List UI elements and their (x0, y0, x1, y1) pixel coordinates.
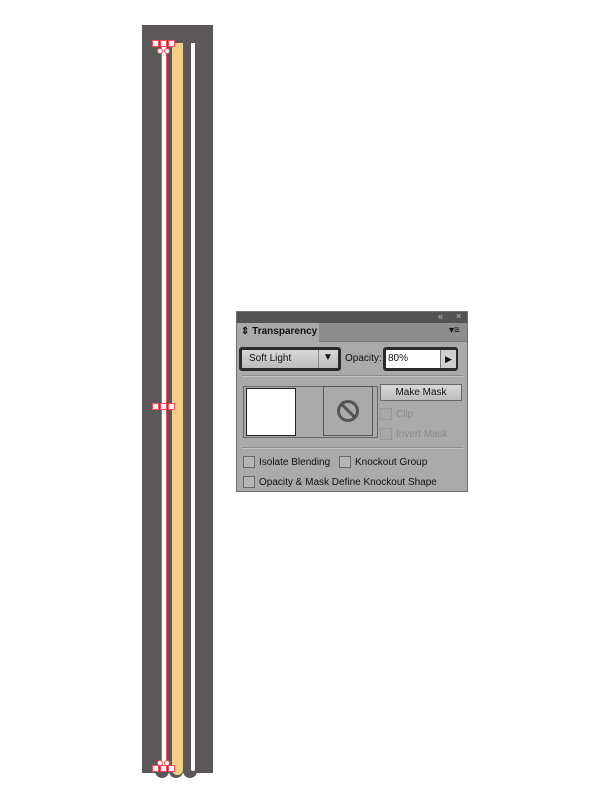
anchor-handle[interactable] (168, 403, 175, 410)
make-mask-label: Make Mask (395, 387, 447, 398)
anchor-handle[interactable] (168, 765, 175, 772)
isolate-blending-checkbox[interactable] (243, 456, 255, 468)
anchor-handle[interactable] (160, 403, 167, 410)
blend-mode-dropdown[interactable]: Soft Light ▼ (239, 347, 341, 371)
close-icon[interactable]: × (456, 311, 461, 321)
transparency-panel: « × ⇕ Transparency ▾≡ Soft Light ▼ Opaci… (236, 311, 468, 492)
panel-title-bar[interactable]: « × (237, 311, 467, 323)
blend-mode-value: Soft Light (249, 353, 292, 364)
mask-thumbnail[interactable] (323, 386, 373, 436)
knockout-group-checkbox[interactable] (339, 456, 351, 468)
anchor-handle[interactable] (164, 48, 170, 54)
invert-mask-checkbox[interactable] (380, 428, 392, 440)
anchor-handle[interactable] (160, 40, 167, 47)
anchor-handle[interactable] (152, 40, 159, 47)
collapse-icon[interactable]: « (438, 311, 443, 321)
clip-checkbox[interactable] (380, 408, 392, 420)
opacity-mask-knockout-checkbox[interactable] (243, 476, 255, 488)
opacity-label: Opacity: (345, 353, 382, 364)
opacity-mask-knockout-label: Opacity & Mask Define Knockout Shape (259, 477, 437, 488)
opacity-value: 80% (388, 353, 409, 364)
clip-label: Clip (396, 409, 414, 420)
tab-transparency[interactable]: ⇕ Transparency (237, 323, 319, 342)
invert-mask-label: Invert Mask (396, 429, 448, 440)
opacity-field[interactable]: 80% ▶ (383, 347, 458, 371)
white-stroke[interactable] (191, 43, 195, 771)
reorder-icon: ⇕ (241, 326, 250, 337)
artwork-thumbnail[interactable] (246, 388, 296, 436)
anchor-handle[interactable] (157, 48, 163, 54)
anchor-handle[interactable] (152, 403, 159, 410)
play-arrow-icon[interactable]: ▶ (440, 350, 456, 368)
anchor-handle[interactable] (160, 765, 167, 772)
isolate-blending-label: Isolate Blending (259, 457, 331, 468)
chevron-down-icon: ▼ (323, 352, 333, 363)
anchor-handle[interactable] (168, 40, 175, 47)
anchor-handle[interactable] (152, 765, 159, 772)
make-mask-button[interactable]: Make Mask (380, 384, 462, 401)
tab-label: Transparency (252, 326, 318, 337)
knockout-group-label: Knockout Group (355, 457, 428, 468)
no-mask-icon (337, 400, 359, 422)
panel-tab-row: ⇕ Transparency ▾≡ (237, 323, 467, 342)
panel-menu-icon[interactable]: ▾≡ (449, 325, 460, 336)
